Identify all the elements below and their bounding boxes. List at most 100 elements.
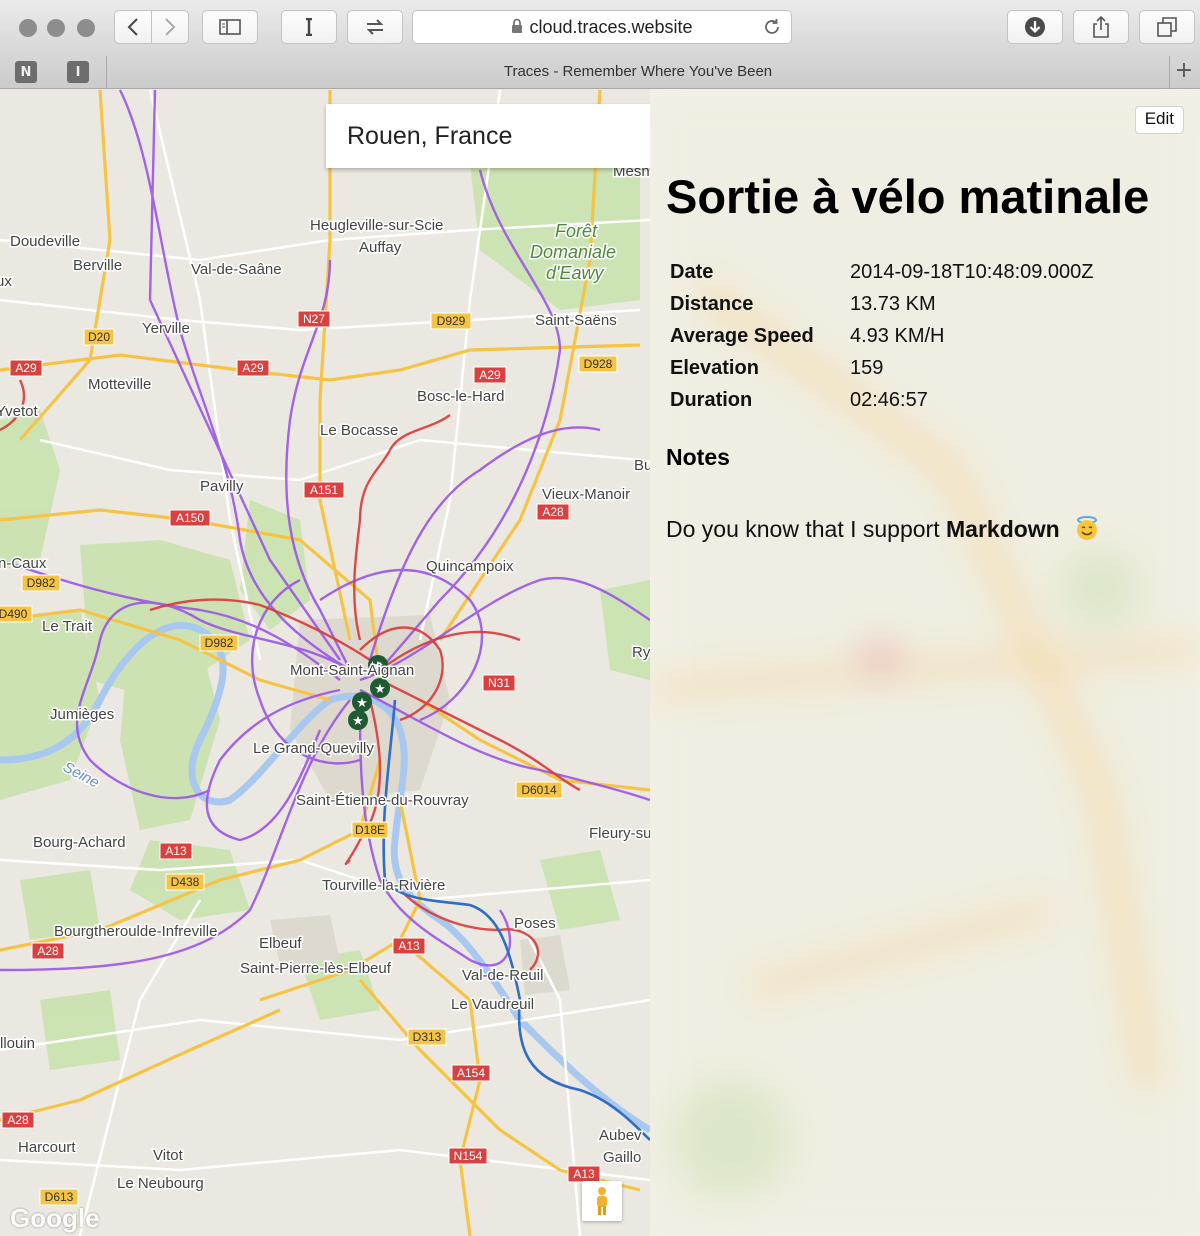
field-value: 2014-09-18T10:48:09.000Z: [850, 260, 1094, 283]
svg-text:Harcourt: Harcourt: [18, 1139, 76, 1156]
field-label: Distance: [670, 292, 754, 315]
svg-text:Saint-Étienne-du-Rouvray: Saint-Étienne-du-Rouvray: [296, 792, 469, 809]
svg-text:Le Vaudreuil: Le Vaudreuil: [451, 996, 534, 1013]
svg-text:D928: D928: [584, 357, 613, 371]
table-row: Average Speed 4.93 KM/H: [666, 320, 1098, 352]
new-tab-button[interactable]: +: [1168, 56, 1200, 88]
svg-text:Le Trait: Le Trait: [42, 618, 93, 635]
minimize-window-button[interactable]: [47, 19, 65, 37]
svg-text:Saint-Pierre-lès-Elbeuf: Saint-Pierre-lès-Elbeuf: [240, 960, 392, 977]
svg-text:A28: A28: [7, 1113, 29, 1127]
svg-text:N154: N154: [454, 1149, 483, 1163]
svg-text:N31: N31: [488, 676, 510, 690]
notes-body: Do you know that I support Markdown: [666, 515, 1100, 543]
svg-text:Tourville-la-Rivière: Tourville-la-Rivière: [322, 877, 445, 894]
svg-text:Seine: Seine: [60, 759, 102, 792]
downloads-button[interactable]: [1007, 10, 1063, 44]
svg-text:d'Eawy: d'Eawy: [546, 263, 604, 283]
field-value: 13.73 KM: [850, 292, 936, 315]
svg-text:★: ★: [352, 714, 364, 729]
notes-bold-text: Markdown: [946, 516, 1060, 542]
sidebar-icon: [219, 19, 241, 35]
pinned-tab-i[interactable]: I: [67, 61, 89, 83]
extension-button[interactable]: [347, 10, 403, 44]
svg-text:Vieux-Manoir: Vieux-Manoir: [542, 486, 630, 503]
svg-text:Aubev: Aubev: [599, 1127, 642, 1144]
svg-text:A150: A150: [176, 511, 204, 525]
svg-text:Bu: Bu: [634, 457, 650, 474]
share-icon: [1093, 16, 1109, 38]
tabs-icon: [1157, 17, 1177, 37]
marker-star-icon[interactable]: ★: [370, 678, 390, 698]
table-row: Elevation 159: [666, 352, 1098, 384]
instapaper-i-icon: [306, 18, 312, 36]
street-view-pegman-button[interactable]: [582, 1181, 622, 1221]
svg-text:n-Caux: n-Caux: [0, 555, 47, 572]
svg-text:D18E: D18E: [355, 823, 385, 837]
active-tab-title[interactable]: Traces - Remember Where You've Been: [106, 56, 1170, 88]
svg-text:llouin: llouin: [0, 1035, 35, 1052]
svg-text:Ry: Ry: [632, 644, 650, 661]
notes-text: Do you know that I support: [666, 516, 940, 542]
reload-icon[interactable]: [763, 18, 781, 41]
address-bar[interactable]: cloud.traces.website: [412, 10, 792, 44]
forward-button[interactable]: [151, 10, 189, 44]
svg-text:A151: A151: [310, 483, 338, 497]
svg-text:D929: D929: [437, 314, 466, 328]
edit-button[interactable]: Edit: [1134, 106, 1184, 134]
map-view[interactable]: ★ ★ ★ ★ Doudeville Berville Val-de-Saâne…: [0, 89, 650, 1236]
svg-text:A13: A13: [573, 1167, 595, 1181]
svg-text:Motteville: Motteville: [88, 376, 151, 393]
sidebar-toggle-button[interactable]: [202, 10, 258, 44]
pinned-tab-n[interactable]: N: [15, 61, 37, 83]
svg-text:A28: A28: [37, 944, 59, 958]
svg-text:Quincampoix: Quincampoix: [426, 558, 514, 575]
svg-text:Vitot: Vitot: [153, 1147, 184, 1164]
svg-text:Val-de-Reuil: Val-de-Reuil: [462, 967, 543, 984]
svg-text:ux: ux: [0, 273, 12, 290]
tabs-overview-button[interactable]: [1139, 10, 1195, 44]
svg-text:Doudeville: Doudeville: [10, 233, 80, 250]
field-value: 02:46:57: [850, 388, 928, 411]
marker-star-icon[interactable]: ★: [348, 710, 368, 730]
svg-text:Gaillo: Gaillo: [603, 1149, 641, 1166]
share-button[interactable]: [1073, 10, 1129, 44]
svg-text:A13: A13: [398, 939, 420, 953]
location-search-box[interactable]: Rouen, France: [326, 104, 650, 168]
svg-text:D313: D313: [413, 1030, 442, 1044]
svg-text:Fleury-su: Fleury-su: [589, 825, 650, 842]
back-button[interactable]: [114, 10, 152, 44]
location-search-value: Rouen, France: [347, 122, 513, 150]
svg-text:Pavilly: Pavilly: [200, 478, 244, 495]
chevron-left-icon: [127, 18, 138, 36]
field-label: Average Speed: [670, 324, 814, 347]
map-canvas[interactable]: ★ ★ ★ ★ Doudeville Berville Val-de-Saâne…: [0, 89, 650, 1236]
svg-text:N27: N27: [303, 312, 325, 326]
close-window-button[interactable]: [19, 19, 37, 37]
trace-title: Sortie à vélo matinale: [666, 170, 1150, 223]
svg-text:Elbeuf: Elbeuf: [259, 935, 302, 952]
marker-star-icon[interactable]: ★: [352, 692, 372, 712]
svg-text:Mont-Saint-Aignan: Mont-Saint-Aignan: [290, 662, 414, 679]
swap-arrows-icon: [366, 19, 384, 35]
table-row: Distance 13.73 KM: [666, 288, 1098, 320]
field-value: 159: [850, 356, 884, 379]
svg-text:A13: A13: [165, 844, 187, 858]
trace-detail-panel: Edit Sortie à vélo matinale Date 2014-09…: [650, 89, 1200, 1236]
svg-text:A29: A29: [15, 361, 37, 375]
zoom-window-button[interactable]: [77, 19, 95, 37]
svg-text:A154: A154: [457, 1066, 485, 1080]
svg-text:Domaniale: Domaniale: [530, 242, 616, 262]
svg-text:Auffay: Auffay: [359, 239, 402, 256]
svg-text:Poses: Poses: [514, 915, 556, 932]
field-label: Date: [670, 260, 714, 283]
svg-text:Bourg-Achard: Bourg-Achard: [33, 834, 126, 851]
svg-text:Jumièges: Jumièges: [50, 706, 114, 723]
pegman-icon: [597, 1187, 607, 1215]
svg-text:★: ★: [374, 682, 386, 697]
svg-text:Bourgtheroulde-Infreville: Bourgtheroulde-Infreville: [54, 923, 217, 940]
svg-text:Saint-Saëns: Saint-Saëns: [535, 312, 617, 329]
table-row: Duration 02:46:57: [666, 384, 1098, 416]
instapaper-button[interactable]: [281, 10, 337, 44]
svg-text:D490: D490: [0, 607, 28, 621]
